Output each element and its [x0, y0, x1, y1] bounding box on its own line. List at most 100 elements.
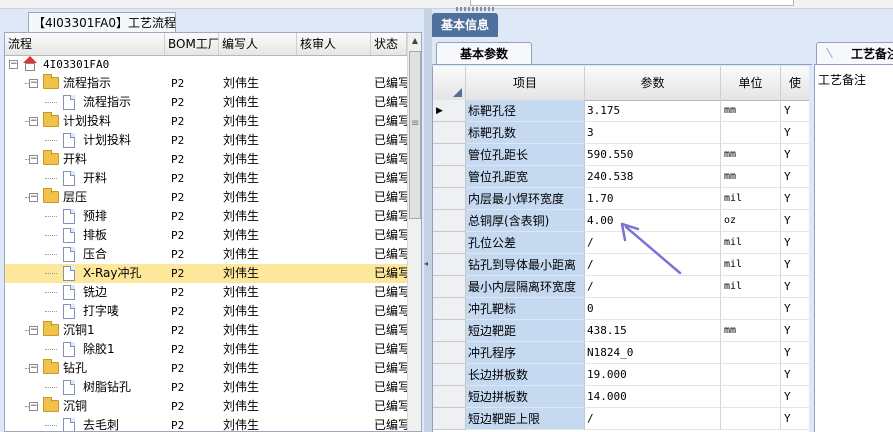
process-flow-tab[interactable]: 【4I03301FA0】工艺流程: [28, 12, 176, 32]
row-indicator[interactable]: [433, 364, 466, 386]
row-indicator[interactable]: [433, 298, 466, 320]
row-indicator[interactable]: [433, 144, 466, 166]
tree-row[interactable]: 铣边 P2 刘伟生 已编写: [5, 283, 407, 302]
param-value-cell[interactable]: 0: [585, 298, 721, 320]
column-header-bom[interactable]: BOM工厂: [165, 33, 219, 55]
param-value-cell[interactable]: N1824_0: [585, 342, 721, 364]
collapse-toggle-icon[interactable]: −: [29, 326, 38, 335]
tree-vertical-scrollbar[interactable]: ▲: [407, 33, 421, 431]
row-indicator[interactable]: [433, 232, 466, 254]
param-use-cell[interactable]: Y: [781, 320, 810, 342]
param-unit-cell[interactable]: mm: [721, 144, 781, 166]
grid-row[interactable]: ▶ 标靶孔径 3.175 mm Y: [433, 100, 810, 122]
param-unit-cell[interactable]: oz: [721, 210, 781, 232]
column-header-status[interactable]: 状态: [371, 33, 407, 55]
param-value-cell[interactable]: /: [585, 408, 721, 430]
row-indicator[interactable]: [433, 122, 466, 144]
param-use-cell[interactable]: Y: [781, 144, 810, 166]
param-unit-cell[interactable]: mm: [721, 100, 781, 122]
tree-row[interactable]: 去毛刺 P2 刘伟生 已编写: [5, 416, 407, 431]
tree-row[interactable]: 预排 P2 刘伟生 已编写: [5, 207, 407, 226]
tree-row[interactable]: 压合 P2 刘伟生 已编写: [5, 245, 407, 264]
param-unit-cell[interactable]: [721, 386, 781, 408]
grid-row[interactable]: 标靶孔数 3 Y: [433, 122, 810, 144]
tab-base-info[interactable]: 基本信息: [432, 13, 498, 37]
grid-row[interactable]: 冲孔程序 N1824_0 Y: [433, 342, 810, 364]
param-use-cell[interactable]: Y: [781, 298, 810, 320]
row-indicator[interactable]: [433, 320, 466, 342]
grid-row[interactable]: 短边靶距上限 / Y: [433, 408, 810, 430]
column-header-param[interactable]: 参数: [585, 66, 721, 100]
collapse-toggle-icon[interactable]: −: [9, 60, 18, 69]
param-use-cell[interactable]: Y: [781, 342, 810, 364]
row-indicator[interactable]: [433, 166, 466, 188]
column-header-flow[interactable]: 流程: [5, 33, 165, 55]
param-use-cell[interactable]: Y: [781, 232, 810, 254]
tree-row[interactable]: − 沉铜1 P2 刘伟生 已编写: [5, 321, 407, 340]
param-value-cell[interactable]: 19.000: [585, 364, 721, 386]
param-use-cell[interactable]: Y: [781, 210, 810, 232]
param-unit-cell[interactable]: mm: [721, 166, 781, 188]
tree-row[interactable]: − 计划投料 P2 刘伟生 已编写: [5, 112, 407, 131]
collapse-toggle-icon[interactable]: −: [29, 402, 38, 411]
tab-process-notes[interactable]: 工艺备注: [816, 42, 893, 64]
param-use-cell[interactable]: Y: [781, 188, 810, 210]
tree-row[interactable]: 打字唛 P2 刘伟生 已编写: [5, 302, 407, 321]
tree-row[interactable]: 开料 P2 刘伟生 已编写: [5, 169, 407, 188]
param-unit-cell[interactable]: [721, 122, 781, 144]
splitter-grip[interactable]: [456, 7, 496, 11]
grid-row[interactable]: 管位孔距宽 240.538 mm Y: [433, 166, 810, 188]
tree-row[interactable]: − 开料 P2 刘伟生 已编写: [5, 150, 407, 169]
tree-row[interactable]: − 钻孔 P2 刘伟生 已编写: [5, 359, 407, 378]
row-indicator[interactable]: ▶: [433, 100, 466, 122]
column-header-reviewer[interactable]: 核审人: [297, 33, 371, 55]
param-value-cell[interactable]: 438.15: [585, 320, 721, 342]
collapse-toggle-icon[interactable]: −: [29, 364, 38, 373]
collapse-arrow-icon[interactable]: ◂: [424, 259, 428, 268]
tab-base-params[interactable]: 基本参数: [436, 42, 532, 64]
column-header-writer[interactable]: 编写人: [219, 33, 297, 55]
param-unit-cell[interactable]: mil: [721, 232, 781, 254]
param-unit-cell[interactable]: mm: [721, 320, 781, 342]
column-header-item[interactable]: 项目: [466, 66, 585, 100]
param-unit-cell[interactable]: mil: [721, 276, 781, 298]
grid-row[interactable]: 管位孔距长 590.550 mm Y: [433, 144, 810, 166]
grid-row[interactable]: 短边拼板数 14.000 Y: [433, 386, 810, 408]
process-notes-body[interactable]: 工艺备注: [814, 64, 893, 432]
top-toolbar-button[interactable]: [470, 0, 794, 6]
param-use-cell[interactable]: Y: [781, 254, 810, 276]
param-use-cell[interactable]: Y: [781, 276, 810, 298]
grid-row[interactable]: 长边拼板数 19.000 Y: [433, 364, 810, 386]
scroll-up-arrow-icon[interactable]: ▲: [408, 33, 421, 49]
tree-row[interactable]: 计划投料 P2 刘伟生 已编写: [5, 131, 407, 150]
param-value-cell[interactable]: 240.538: [585, 166, 721, 188]
row-indicator[interactable]: [433, 408, 466, 430]
row-indicator[interactable]: [433, 210, 466, 232]
param-value-cell[interactable]: 590.550: [585, 144, 721, 166]
param-unit-cell[interactable]: [721, 364, 781, 386]
tree-row[interactable]: − 流程指示 P2 刘伟生 已编写: [5, 74, 407, 93]
param-use-cell[interactable]: Y: [781, 122, 810, 144]
param-unit-cell[interactable]: mil: [721, 188, 781, 210]
param-use-cell[interactable]: Y: [781, 408, 810, 430]
tree-row[interactable]: − 层压 P2 刘伟生 已编写: [5, 188, 407, 207]
grid-row[interactable]: 冲孔靶标 0 Y: [433, 298, 810, 320]
param-unit-cell[interactable]: [721, 408, 781, 430]
grid-row[interactable]: 内层最小焊环宽度 1.70 mil Y: [433, 188, 810, 210]
collapse-toggle-icon[interactable]: −: [29, 79, 38, 88]
param-unit-cell[interactable]: [721, 342, 781, 364]
row-indicator[interactable]: [433, 188, 466, 210]
tree-row[interactable]: 除胶1 P2 刘伟生 已编写: [5, 340, 407, 359]
param-unit-cell[interactable]: [721, 298, 781, 320]
param-use-cell[interactable]: Y: [781, 364, 810, 386]
scrollbar-thumb[interactable]: [409, 51, 421, 219]
row-indicator[interactable]: [433, 276, 466, 298]
collapse-toggle-icon[interactable]: −: [29, 155, 38, 164]
panel-splitter[interactable]: ◂: [424, 9, 432, 432]
tree-row[interactable]: 树脂钻孔 P2 刘伟生 已编写: [5, 378, 407, 397]
column-header-unit[interactable]: 单位: [721, 66, 781, 100]
param-use-cell[interactable]: Y: [781, 100, 810, 122]
collapse-toggle-icon[interactable]: −: [29, 117, 38, 126]
param-value-cell[interactable]: 3: [585, 122, 721, 144]
param-use-cell[interactable]: Y: [781, 166, 810, 188]
